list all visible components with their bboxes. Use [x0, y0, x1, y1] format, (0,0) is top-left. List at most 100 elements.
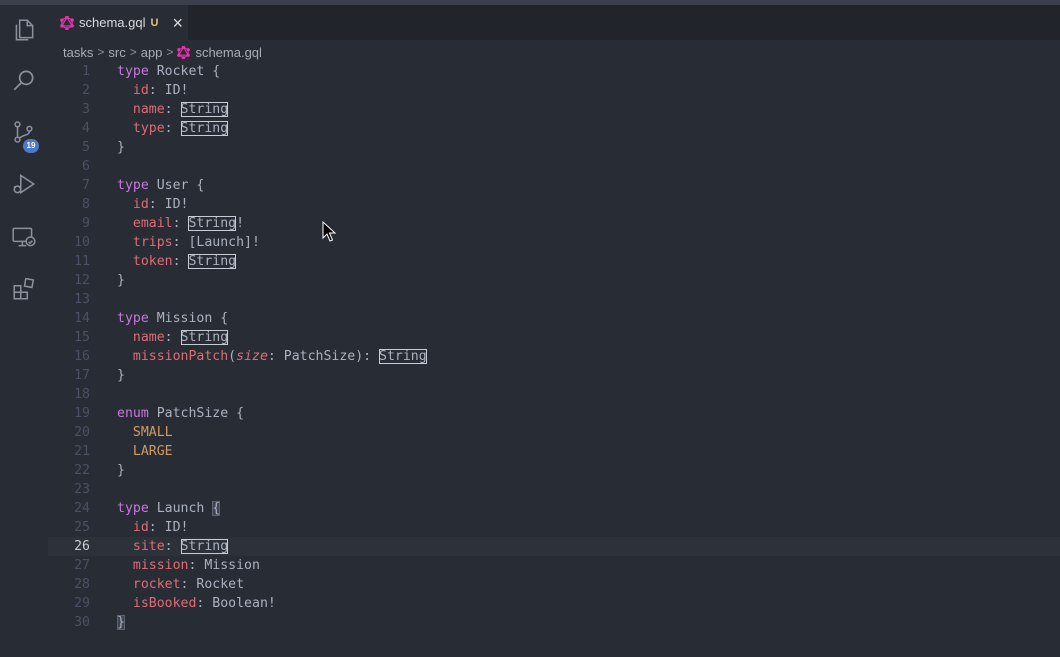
breadcrumb-item-app[interactable]: app	[141, 45, 163, 60]
line-number: 26	[74, 539, 90, 554]
line-number: 24	[74, 501, 90, 516]
line-number: 20	[74, 425, 90, 440]
line-number: 3	[82, 102, 90, 117]
line-number: 10	[74, 235, 90, 250]
close-icon[interactable]: ×	[172, 14, 183, 32]
explorer-icon[interactable]	[8, 14, 40, 46]
line-number: 2	[82, 83, 90, 98]
code-line[interactable]: 18	[48, 385, 1060, 404]
code-text: type: String	[132, 121, 229, 136]
line-number: 8	[82, 197, 90, 212]
code-line[interactable]: 21 LARGE	[48, 442, 1060, 461]
breadcrumb-item-src[interactable]: src	[108, 45, 125, 60]
code-text: type User {	[117, 178, 205, 193]
code-text: }	[117, 273, 125, 288]
line-number: 23	[74, 482, 90, 497]
code-line[interactable]: 2 id: ID!	[48, 81, 1060, 100]
remote-explorer-icon[interactable]	[8, 221, 40, 253]
code-line[interactable]: 19 enum PatchSize {	[48, 404, 1060, 423]
code-text: rocket: Rocket	[132, 577, 245, 592]
line-number: 25	[74, 520, 90, 535]
code-line[interactable]: 10 trips: [Launch]!	[48, 233, 1060, 252]
code-text: }	[117, 613, 125, 632]
line-number: 16	[74, 349, 90, 364]
code-line[interactable]: 29 isBooked: Boolean!	[48, 594, 1060, 613]
line-number: 14	[74, 311, 90, 326]
tab-bar: schema.gql U ×	[48, 5, 1060, 40]
code-line[interactable]: 30}	[48, 613, 1060, 632]
code-line[interactable]: 28 rocket: Rocket	[48, 575, 1060, 594]
code-line[interactable]: 3 name: String	[48, 100, 1060, 119]
code-text: id: ID!	[132, 83, 189, 98]
line-number: 28	[74, 577, 90, 592]
line-number: 15	[74, 330, 90, 345]
line-number: 9	[82, 216, 90, 231]
code-text: id: ID!	[132, 520, 189, 535]
code-text: type Launch {	[117, 501, 221, 516]
code-line[interactable]: 25 id: ID!	[48, 518, 1060, 537]
code-text: name: String	[132, 102, 229, 117]
line-number: 1	[82, 64, 90, 79]
code-line[interactable]: 13	[48, 290, 1060, 309]
line-number: 21	[74, 444, 90, 459]
code-line[interactable]: 6	[48, 157, 1060, 176]
code-line[interactable]: 16 missionPatch(size: PatchSize): String	[48, 347, 1060, 366]
line-number: 29	[74, 596, 90, 611]
code-text: email: String!	[132, 216, 245, 231]
tab-git-status: U	[150, 16, 159, 29]
code-line[interactable]: 7 type User {	[48, 176, 1060, 195]
line-number: 27	[74, 558, 90, 573]
code-line[interactable]: 4 type: String	[48, 119, 1060, 138]
mouse-pointer-icon	[322, 221, 336, 242]
chevron-right-icon: >	[97, 45, 105, 59]
code-text: enum PatchSize {	[117, 406, 245, 421]
matching-brace: }	[117, 615, 125, 630]
code-line[interactable]: 22}	[48, 461, 1060, 480]
code-line[interactable]: 12}	[48, 271, 1060, 290]
run-debug-icon[interactable]	[8, 168, 40, 200]
chevron-right-icon: >	[129, 45, 137, 59]
source-control-badge: 19	[23, 139, 39, 153]
line-number: 7	[82, 178, 90, 193]
line-number: 13	[74, 292, 90, 307]
code-text: trips: [Launch]!	[132, 235, 260, 250]
code-line[interactable]: 14 type Mission {	[48, 309, 1060, 328]
code-text: }	[117, 368, 125, 383]
code-line[interactable]: 15 name: String	[48, 328, 1060, 347]
tab-title: schema.gql	[79, 15, 146, 30]
activity-bar: 19	[0, 5, 48, 657]
code-text: }	[117, 140, 125, 155]
breadcrumb-item-tasks[interactable]: tasks	[63, 45, 93, 60]
search-icon[interactable]	[8, 64, 40, 96]
line-number: 11	[74, 254, 90, 269]
code-line[interactable]: 9 email: String!	[48, 214, 1060, 233]
code-line[interactable]: 24 type Launch {	[48, 499, 1060, 518]
code-line[interactable]: 5}	[48, 138, 1060, 157]
code-line[interactable]: 11 token: String	[48, 252, 1060, 271]
extensions-icon[interactable]	[8, 273, 40, 305]
code-line[interactable]: 8 id: ID!	[48, 195, 1060, 214]
line-number: 19	[74, 406, 90, 421]
code-line[interactable]: 23	[48, 480, 1060, 499]
breadcrumb-item-file[interactable]: schema.gql	[195, 45, 261, 60]
tab-schema-gql[interactable]: schema.gql U ×	[48, 5, 188, 40]
code-text: isBooked: Boolean!	[132, 596, 276, 611]
code-text: missionPatch(size: PatchSize): String	[132, 349, 427, 364]
code-text: name: String	[132, 330, 229, 345]
matching-brace: {	[212, 501, 221, 516]
code-line[interactable]: 1 type Rocket {	[48, 62, 1060, 81]
line-number: 18	[74, 387, 90, 402]
line-number: 5	[82, 140, 90, 155]
code-line[interactable]: 26 site: String	[48, 537, 1060, 556]
code-line[interactable]: 20 SMALL	[48, 423, 1060, 442]
line-number: 17	[74, 368, 90, 383]
line-number: 4	[82, 121, 90, 136]
line-number: 30	[74, 615, 90, 630]
graphql-icon	[60, 15, 74, 30]
code-text: token: String	[132, 254, 237, 269]
code-line[interactable]: 27 mission: Mission	[48, 556, 1060, 575]
line-number: 22	[74, 463, 90, 478]
code-text: mission: Mission	[132, 558, 260, 573]
code-line[interactable]: 17}	[48, 366, 1060, 385]
code-editor[interactable]: 1 type Rocket {2 id: ID! 3 name: String 4 t…	[48, 62, 1060, 637]
